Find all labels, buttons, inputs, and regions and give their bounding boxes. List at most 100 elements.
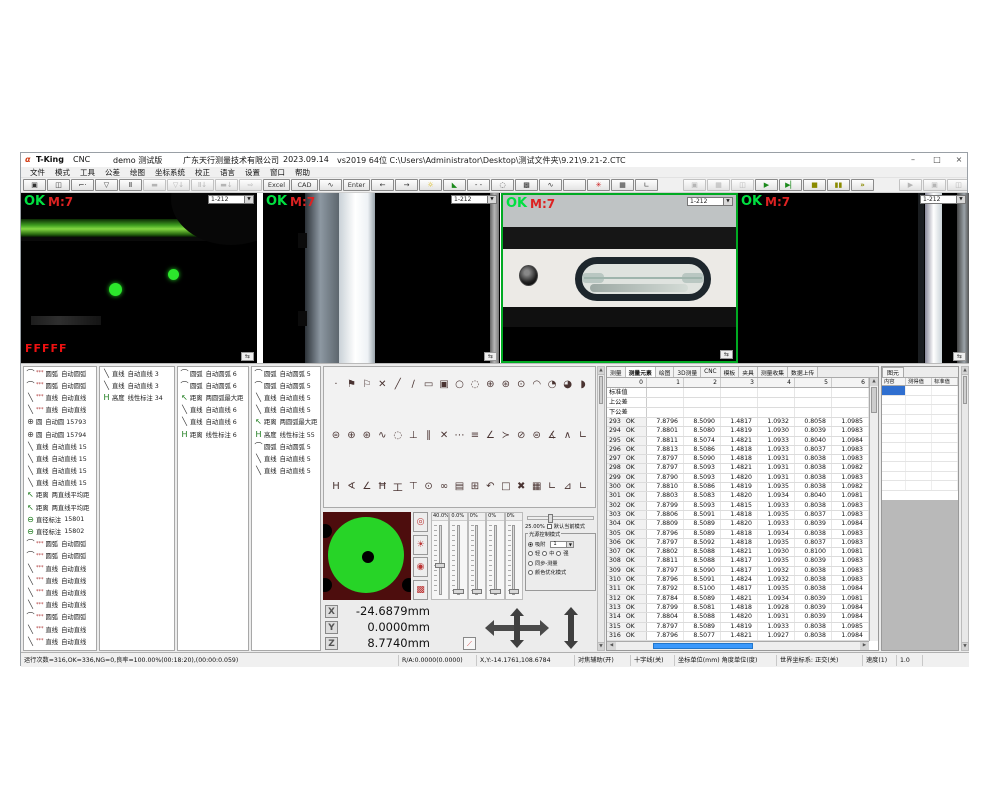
result-row-305[interactable]: 305OK7.87968.50891.48181.09340.80381.098… (607, 530, 869, 539)
measure-item[interactable]: ⊕圆自动圆 15793 (24, 416, 96, 428)
results-tab-6[interactable]: 模板 (721, 367, 740, 377)
element-row[interactable] (882, 481, 958, 491)
measure-item[interactable]: ↖距离两圆弧最大距 (178, 391, 248, 403)
measure-item[interactable]: ╲直线自动直线 3 (100, 367, 174, 379)
midline-icon[interactable]: ≡ (468, 428, 482, 442)
range-select[interactable]: 1-212▼ (920, 195, 966, 204)
result-row-298[interactable]: 298OK7.87978.50931.48211.09310.80381.098… (607, 464, 869, 473)
minimize-button[interactable]: – (905, 155, 921, 164)
result-row-312[interactable]: 312OK7.87848.50891.48211.09340.80391.098… (607, 595, 869, 604)
radio-sync-measure[interactable] (528, 561, 533, 566)
coaxial-light-button[interactable]: ◉ (413, 557, 428, 577)
right-scrollbar[interactable]: ▲ ▼ (961, 366, 969, 651)
result-row-293[interactable]: 293OK7.87968.50901.48171.09320.80581.098… (607, 418, 869, 427)
undo-icon[interactable]: ↶ (483, 479, 497, 493)
arc-multi-icon[interactable]: ◕ (561, 377, 575, 391)
measure-item[interactable]: ↖距离两圆弧最大距 (252, 416, 320, 428)
tangent-icon[interactable]: ≻ (499, 428, 513, 442)
result-row-294[interactable]: 294OK7.88018.50801.48191.09300.80391.098… (607, 427, 869, 436)
toolbar-blank-icon[interactable] (563, 179, 586, 191)
curve-tool-icon[interactable]: ∿ (375, 428, 389, 442)
angle-3pt-icon[interactable]: ∡ (545, 428, 559, 442)
tab-element[interactable]: 图元 (882, 367, 904, 377)
menu-item-7[interactable]: 校正 (190, 167, 215, 178)
toolbar-pause-icon[interactable]: ▮▮ (827, 179, 850, 191)
ellipse-tool-icon[interactable]: ◗ (576, 377, 590, 391)
result-row-303[interactable]: 303OK7.88068.50911.48181.09350.80371.098… (607, 511, 869, 520)
point-set-icon[interactable]: ⋯ (453, 428, 467, 442)
move-flag-icon[interactable]: ⚐ (360, 377, 374, 391)
range-select[interactable]: 1-212▼ (451, 195, 497, 204)
results-tab-2[interactable]: 测量元素 (626, 367, 656, 377)
backlight-button[interactable]: ▩ (413, 580, 428, 600)
results-tab-7[interactable]: 夹具 (739, 367, 758, 377)
measure-item[interactable]: ╲***直线自动直线 (24, 391, 96, 403)
arc-tool-icon[interactable]: ◠ (530, 377, 544, 391)
measure-item[interactable]: ╲直线自动直线 15 (24, 452, 96, 464)
measure-item[interactable]: ╲直线自动直线 5 (252, 452, 320, 464)
measure-item[interactable]: ⌒***圆弧自动圆弧 (24, 379, 96, 391)
ring-light-full-button[interactable]: ◎ (413, 512, 428, 532)
menu-item-10[interactable]: 窗口 (265, 167, 290, 178)
measure-item[interactable]: ╲直线自动直线 6 (178, 416, 248, 428)
position-tool-icon[interactable]: ⊙ (422, 479, 436, 493)
calculator-icon[interactable]: ▦ (530, 479, 544, 493)
circle-auto-icon[interactable]: ⊕ (483, 377, 497, 391)
light-slider-4[interactable]: 0% (486, 512, 504, 600)
radio-adsorb[interactable] (528, 542, 533, 547)
measure-item[interactable]: ╲直线自动直线 15 (24, 440, 96, 452)
distance-tool-icon[interactable]: H (329, 479, 343, 493)
scroll-right-icon[interactable]: ▶ (860, 642, 869, 650)
result-row-300[interactable]: 300OK7.88108.50861.48191.09350.80381.098… (607, 483, 869, 492)
chevron-down-icon[interactable]: ▼ (956, 196, 965, 203)
result-row-304[interactable]: 304OK7.88098.50891.48201.09330.80391.098… (607, 520, 869, 529)
measure-item[interactable]: ⊕圆自动圆 15794 (24, 428, 96, 440)
chevron-down-icon[interactable]: ▼ (566, 542, 573, 547)
toolbar-stop-icon[interactable]: ■ (803, 179, 826, 191)
right-angle-icon[interactable]: ∟ (576, 428, 590, 442)
concentricity-icon[interactable]: ∞ (437, 479, 451, 493)
measure-item[interactable]: H距离线性标注 6 (178, 428, 248, 440)
toolbar-stage-icon[interactable]: Ⅱ (119, 179, 142, 191)
element-row[interactable] (882, 443, 958, 453)
measure-item[interactable]: ⊖直径标注15802 (24, 525, 96, 537)
element-row[interactable] (882, 434, 958, 444)
chevron-down-icon[interactable]: ▼ (723, 198, 732, 205)
result-row-309[interactable]: 309OK7.87978.50901.48171.09320.80381.098… (607, 567, 869, 576)
toolbar-probe-icon[interactable]: ▽ (95, 179, 118, 191)
step-tool-icon[interactable]: ⊤ (406, 479, 420, 493)
circle-line-icon[interactable]: ⊘ (514, 428, 528, 442)
element-row[interactable] (882, 386, 958, 396)
result-row-297[interactable]: 297OK7.87978.50901.48181.09310.80381.098… (607, 455, 869, 464)
camera-view-1[interactable]: OK M:7 1-212▼ FFFFF ⇆ (21, 193, 257, 363)
circle-multi-icon[interactable]: ⊛ (499, 377, 513, 391)
toolbar-minus-minus-icon[interactable]: - - (467, 179, 490, 191)
maximize-button[interactable]: □ (929, 155, 945, 164)
element-row[interactable] (882, 472, 958, 482)
result-row-315[interactable]: 315OK7.87978.50891.48191.09330.80381.098… (607, 623, 869, 632)
height-tool-icon[interactable]: Ħ (375, 479, 389, 493)
circle-circle-icon[interactable]: ⊜ (530, 428, 544, 442)
light-slider-5[interactable]: 0% (505, 512, 523, 600)
pan-icon[interactable]: ⇆ (241, 352, 254, 361)
toolbar-arrow-right-icon[interactable]: → (395, 179, 418, 191)
circle-scan-icon[interactable]: ◌ (468, 377, 482, 391)
zoom-slider[interactable] (527, 516, 594, 520)
results-tab-1[interactable]: 测量 (607, 367, 626, 377)
rect-auto-icon[interactable]: ▣ (437, 377, 451, 391)
measure-item[interactable]: ╲直线自动直线 5 (252, 391, 320, 403)
measure-item[interactable]: ⌒圆弧自动圆弧 5 (252, 379, 320, 391)
measure-item[interactable]: ⌒***圆弧自动圆弧 (24, 611, 96, 623)
element-row[interactable] (882, 396, 958, 406)
ring-light-indicator[interactable] (323, 512, 411, 600)
light-channel-select[interactable]: 1▼ (550, 541, 574, 548)
menu-item-6[interactable]: 坐标系统 (150, 167, 190, 178)
menu-item-2[interactable]: 模式 (50, 167, 75, 178)
z-jog-arrows-icon[interactable] (563, 608, 579, 648)
toolbar-qr-code-icon[interactable]: ▦ (611, 179, 634, 191)
camera-view-4[interactable]: OK M:7 1-212▼ ⇆ (738, 193, 969, 363)
measure-item[interactable]: ╲直线自动直线 5 (252, 465, 320, 477)
arc-auto-icon[interactable]: ◔ (545, 377, 559, 391)
result-row-301[interactable]: 301OK7.88038.50831.48201.09340.80401.098… (607, 492, 869, 501)
toolbar-laser-star-icon[interactable]: ✳ (587, 179, 610, 191)
